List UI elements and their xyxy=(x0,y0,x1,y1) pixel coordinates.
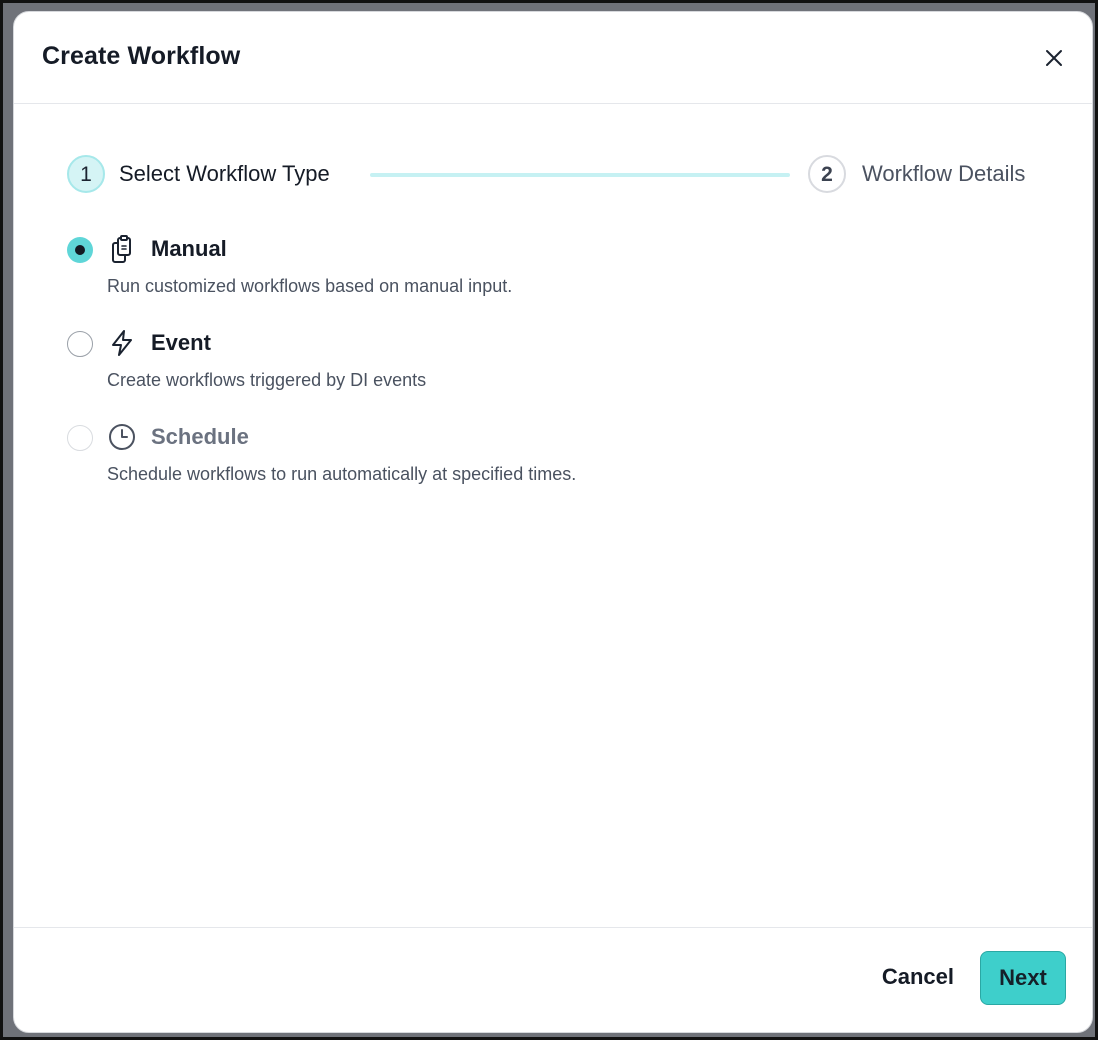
option-manual-description: Run customized workflows based on manual… xyxy=(107,276,513,296)
option-schedule-description: Schedule workflows to run automatically … xyxy=(107,464,577,484)
option-manual-label: Manual xyxy=(151,236,227,261)
clipboard-copy-icon xyxy=(107,234,137,264)
stepper: 1 Select Workflow Type 2 Workflow Detail… xyxy=(67,155,1042,197)
create-workflow-dialog: Create Workflow 1 Select Workflow Type 2… xyxy=(13,11,1093,1033)
step-1-indicator: 1 xyxy=(67,155,105,193)
step-2-label: Workflow Details xyxy=(862,161,1026,186)
screen-frame: Create Workflow 1 Select Workflow Type 2… xyxy=(0,0,1098,1040)
close-icon[interactable] xyxy=(1042,46,1066,70)
clock-icon xyxy=(107,422,137,452)
radio-schedule[interactable] xyxy=(67,425,93,451)
radio-manual[interactable] xyxy=(67,237,93,263)
option-manual[interactable]: Manual Run customized workflows based on… xyxy=(67,226,967,306)
option-event-description: Create workflows triggered by DI events xyxy=(107,370,427,390)
option-event-label: Event xyxy=(151,330,211,355)
dialog-header: Create Workflow xyxy=(14,12,1092,104)
lightning-bolt-icon xyxy=(107,328,137,358)
option-event[interactable]: Event Create workflows triggered by DI e… xyxy=(67,320,967,400)
cancel-button[interactable]: Cancel xyxy=(882,964,954,990)
dialog-title: Create Workflow xyxy=(42,42,241,70)
option-schedule-label: Schedule xyxy=(151,424,249,449)
step-connector xyxy=(370,173,790,177)
option-schedule[interactable]: Schedule Schedule workflows to run autom… xyxy=(67,414,967,494)
step-1-label: Select Workflow Type xyxy=(119,161,330,186)
step-2-indicator: 2 xyxy=(808,155,846,193)
next-button[interactable]: Next xyxy=(980,951,1066,1005)
dialog-footer: Cancel Next xyxy=(14,927,1092,1032)
radio-event[interactable] xyxy=(67,331,93,357)
